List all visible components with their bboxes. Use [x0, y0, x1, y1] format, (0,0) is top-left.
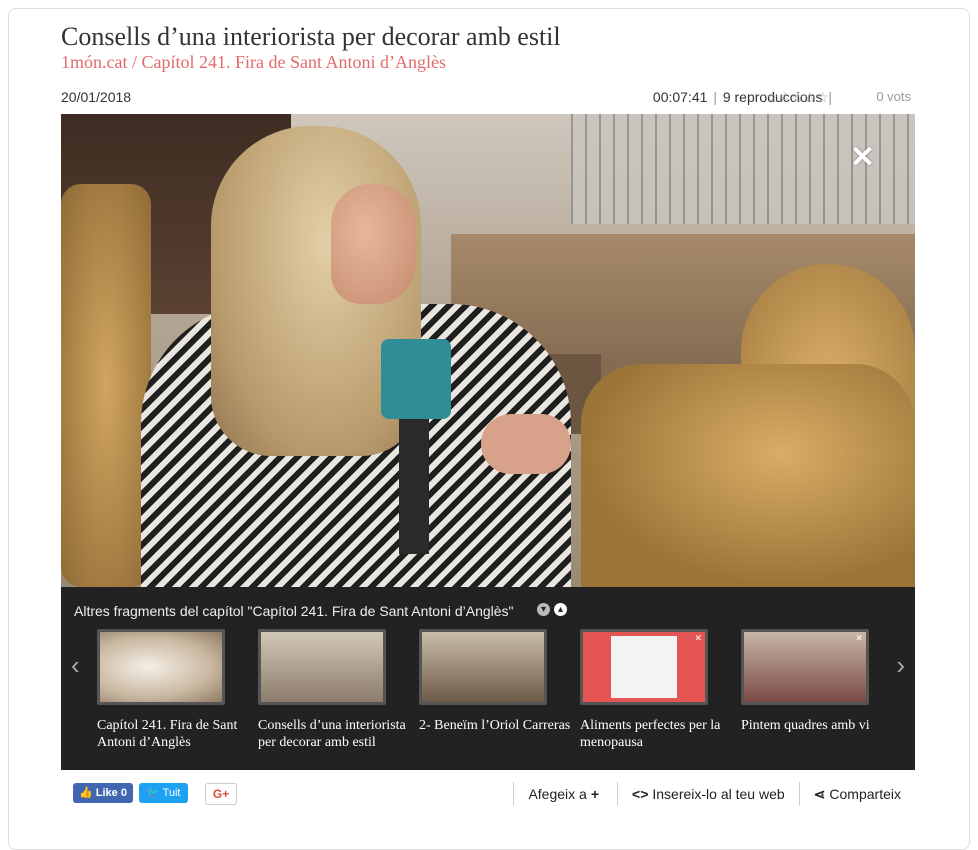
fragment-label[interactable]: Pintem quadres amb vi	[741, 717, 893, 734]
video-frame-mic	[381, 339, 451, 419]
share-label: Comparteix	[829, 786, 901, 802]
fragments-controls: ▾ ▴	[537, 603, 567, 616]
video-frame-hand	[481, 414, 571, 474]
fragment-thumbnail[interactable]: ✕	[580, 629, 708, 705]
carousel-next-icon[interactable]: ›	[896, 652, 905, 678]
fragment-label[interactable]: 2- Beneïm l’Oriol Carreras	[419, 717, 571, 734]
video-frame-hay	[581, 364, 915, 587]
action-bar: 👍 Like 0 🐦 Tuit G+ Afegeix a + <> Insere…	[61, 780, 915, 808]
add-to-button[interactable]: Afegeix a +	[513, 782, 617, 806]
twitter-bird-icon: 🐦	[146, 787, 160, 799]
video-duration: 00:07:41	[652, 89, 708, 105]
video-frame-person-face	[331, 184, 416, 304]
rating-stars[interactable]: ☆☆☆☆☆	[766, 89, 829, 106]
breadcrumb: 1món.cat / Capítol 241. Fira de Sant Ant…	[61, 52, 446, 73]
code-icon: <>	[632, 786, 649, 802]
facebook-like-label: Like 0	[95, 787, 127, 799]
close-icon: ✕	[855, 633, 863, 643]
breadcrumb-separator: /	[127, 52, 142, 72]
fragment-label[interactable]: Consells d’una interiorista per decorar …	[258, 717, 410, 751]
related-fragments-panel: Altres fragments del capítol "Capítol 24…	[61, 587, 915, 770]
video-player[interactable]: ✕	[61, 114, 915, 587]
fragment-thumbnail[interactable]: ✕	[741, 629, 869, 705]
fragment-label[interactable]: Aliments perfectes per la menopausa	[580, 717, 732, 751]
fragment-label[interactable]: Capítol 241. Fira de Sant Antoni d’Anglè…	[97, 717, 249, 751]
close-icon: ✕	[694, 633, 702, 643]
source-link[interactable]: 1món.cat	[61, 52, 127, 72]
embed-button[interactable]: <> Insereix-lo al teu web	[617, 782, 799, 806]
share-icon: ⋖	[813, 785, 826, 802]
share-button[interactable]: ⋖ Comparteix	[798, 782, 915, 806]
facebook-like-button[interactable]: 👍 Like 0	[73, 783, 133, 803]
channel-logo-icon: ✕	[849, 141, 875, 174]
fragment-item[interactable]: ✕ Pintem quadres amb vi	[741, 629, 893, 734]
twitter-tweet-button[interactable]: 🐦 Tuit	[139, 783, 188, 803]
fragment-item[interactable]: Consells d’una interiorista per decorar …	[258, 629, 410, 751]
fragment-thumbnail[interactable]	[97, 629, 225, 705]
carousel-prev-icon[interactable]: ‹	[71, 652, 80, 678]
meta-separator: |	[828, 89, 832, 105]
page-title: Consells d’una interiorista per decorar …	[61, 22, 561, 51]
fragment-thumbnail[interactable]	[258, 629, 386, 705]
meta-separator: |	[713, 89, 717, 105]
chapter-link[interactable]: Capítol 241. Fira de Sant Antoni d’Anglè…	[142, 52, 446, 72]
thumbnail-paper	[611, 636, 677, 698]
add-to-label: Afegeix a	[528, 786, 587, 802]
fragments-carousel: Capítol 241. Fira de Sant Antoni d’Anglè…	[97, 629, 887, 759]
vote-count: 0 vots	[876, 89, 911, 104]
collapse-up-icon[interactable]: ▴	[554, 603, 567, 616]
embed-label: Insereix-lo al teu web	[652, 786, 785, 802]
twitter-tweet-label: Tuit	[162, 787, 181, 799]
fragments-title: Altres fragments del capítol "Capítol 24…	[74, 603, 514, 619]
collapse-down-icon[interactable]: ▾	[537, 603, 550, 616]
video-actions: Afegeix a + <> Insereix-lo al teu web ⋖ …	[513, 780, 915, 808]
plus-icon: +	[590, 786, 600, 802]
publish-date: 20/01/2018	[61, 89, 132, 105]
thumbs-up-icon: 👍	[79, 787, 93, 799]
video-frame-mic-handle	[399, 414, 429, 554]
fragment-thumbnail[interactable]	[419, 629, 547, 705]
google-plus-button[interactable]: G+	[205, 783, 237, 805]
video-frame-hay	[61, 184, 151, 587]
fragment-item[interactable]: ✕ Aliments perfectes per la menopausa	[580, 629, 732, 751]
fragment-item[interactable]: Capítol 241. Fira de Sant Antoni d’Anglè…	[97, 629, 249, 751]
fragment-item[interactable]: 2- Beneïm l’Oriol Carreras	[419, 629, 571, 734]
